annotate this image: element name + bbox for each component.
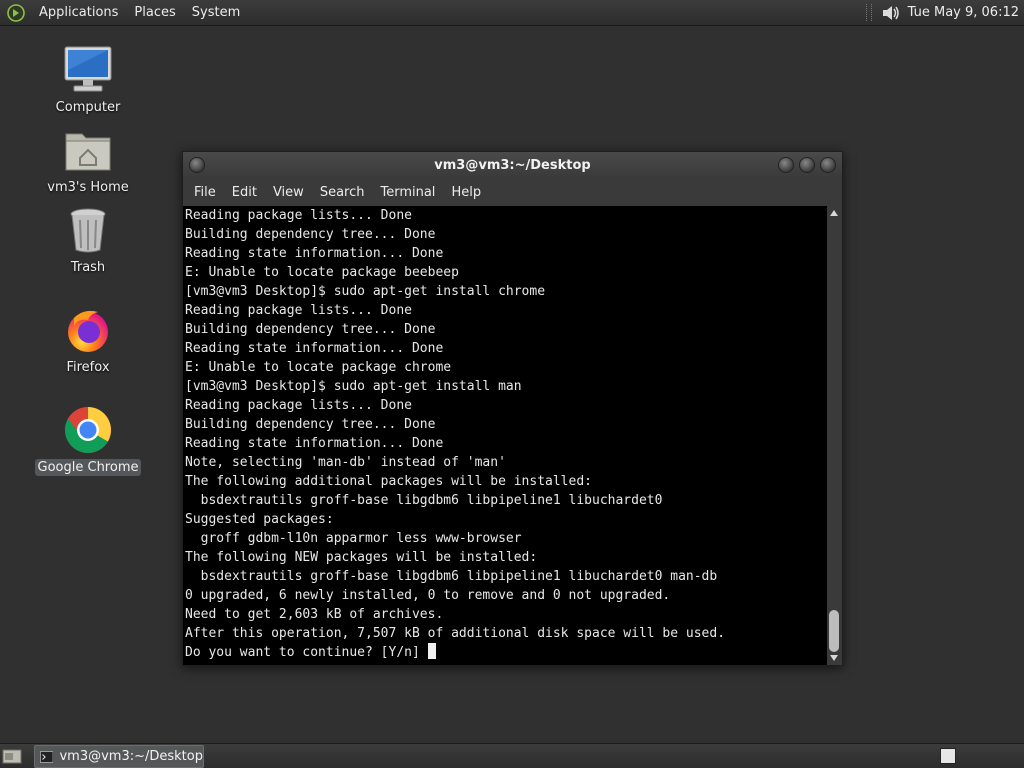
firefox-icon xyxy=(68,310,108,352)
terminal-prompt-line: Do you want to continue? [Y/n] xyxy=(185,643,827,662)
places-menu[interactable]: Places xyxy=(126,5,183,20)
desktop-icon-home[interactable]: vm3's Home xyxy=(33,124,143,196)
minimize-button[interactable] xyxy=(778,157,794,173)
terminal-line: Reading package lists... Done xyxy=(185,208,412,223)
terminal-line: Building dependency tree... Done xyxy=(185,322,436,337)
terminal-line: [vm3@vm3 Desktop]$ sudo apt-get install … xyxy=(185,284,546,299)
window-titlebar[interactable]: vm3@vm3:~/Desktop xyxy=(183,152,842,178)
desktop-icon-label: Firefox xyxy=(66,360,110,375)
clock[interactable]: Tue May 9, 06:12 xyxy=(908,5,1024,20)
terminal-line: Suggested packages: xyxy=(185,512,334,527)
scroll-down-arrow-icon[interactable] xyxy=(830,655,838,661)
terminal-line: Building dependency tree... Done xyxy=(185,417,436,432)
desktop-icon-google-chrome[interactable]: Google Chrome xyxy=(33,404,143,476)
panel-handle xyxy=(865,4,872,21)
chrome-icon xyxy=(65,407,111,453)
terminal-line: Reading state information... Done xyxy=(185,246,444,261)
window-title: vm3@vm3:~/Desktop xyxy=(434,157,591,173)
desktop-icon-firefox[interactable]: Firefox xyxy=(33,304,143,376)
top-panel: Applications Places System Tue May 9, 06… xyxy=(0,0,1024,26)
maximize-button[interactable] xyxy=(799,157,815,173)
terminal-window[interactable]: vm3@vm3:~/Desktop File Edit View Search … xyxy=(182,151,843,666)
terminal-line: Reading state information... Done xyxy=(185,341,444,356)
desktop-icon-label: Computer xyxy=(55,100,121,115)
terminal-line: The following additional packages will b… xyxy=(185,474,592,489)
terminal-line: After this operation, 7,507 kB of additi… xyxy=(185,626,726,641)
terminal-line: groff gdbm-l10n apparmor less www-browse… xyxy=(185,531,522,546)
terminal-scrollbar[interactable] xyxy=(827,206,841,665)
terminal-icon xyxy=(40,750,54,763)
window-menu-button[interactable] xyxy=(189,157,205,173)
volume-icon[interactable] xyxy=(880,3,902,23)
terminal-output[interactable]: Reading package lists... Done Building d… xyxy=(183,206,827,665)
bottom-panel: vm3@vm3:~/Desktop xyxy=(0,743,1024,768)
menu-view[interactable]: View xyxy=(265,185,312,200)
terminal-menubar: File Edit View Search Terminal Help xyxy=(183,178,842,206)
computer-icon xyxy=(64,46,112,92)
terminal-line: Need to get 2,603 kB of archives. xyxy=(185,607,444,622)
scroll-up-arrow-icon[interactable] xyxy=(830,210,838,216)
top-panel-tray: Tue May 9, 06:12 xyxy=(865,0,1024,25)
terminal-line: 0 upgraded, 6 newly installed, 0 to remo… xyxy=(185,588,671,603)
mate-logo-icon[interactable] xyxy=(7,3,25,22)
taskbar-terminal-button[interactable]: vm3@vm3:~/Desktop xyxy=(34,745,204,768)
text-cursor xyxy=(427,643,436,659)
terminal-line: E: Unable to locate package beebeep xyxy=(185,265,459,280)
taskbar-terminal-label: vm3@vm3:~/Desktop xyxy=(59,749,203,764)
terminal-line: bsdextrautils groff-base libgdbm6 libpip… xyxy=(185,569,718,584)
home-folder-icon xyxy=(65,133,111,171)
menu-terminal[interactable]: Terminal xyxy=(372,185,443,200)
terminal-line: [vm3@vm3 Desktop]$ sudo apt-get install … xyxy=(185,379,522,394)
terminal-line: Reading package lists... Done xyxy=(185,303,412,318)
desktop-icon-label: Trash xyxy=(70,260,106,275)
scrollbar-thumb[interactable] xyxy=(829,610,839,652)
terminal-line: Building dependency tree... Done xyxy=(185,227,436,242)
menu-edit[interactable]: Edit xyxy=(224,185,265,200)
terminal-line: The following NEW packages will be insta… xyxy=(185,550,538,565)
terminal-line: Reading package lists... Done xyxy=(185,398,412,413)
trash-icon xyxy=(70,208,106,253)
workspace-switcher[interactable] xyxy=(940,748,956,764)
terminal-line: bsdextrautils groff-base libgdbm6 libpip… xyxy=(185,493,663,508)
desktop-icon-label: Google Chrome xyxy=(34,459,142,476)
desktop-icon-label: vm3's Home xyxy=(47,180,129,195)
menu-help[interactable]: Help xyxy=(443,185,489,200)
applications-menu[interactable]: Applications xyxy=(31,5,126,20)
show-desktop-icon[interactable] xyxy=(2,747,22,765)
desktop-icon-trash[interactable]: Trash xyxy=(33,204,143,276)
desktop-icon-computer[interactable]: Computer xyxy=(33,44,143,116)
terminal-prompt-text: Do you want to continue? [Y/n] xyxy=(185,645,428,660)
close-button[interactable] xyxy=(820,157,836,173)
terminal-line: Note, selecting 'man-db' instead of 'man… xyxy=(185,455,506,470)
menu-file[interactable]: File xyxy=(186,185,224,200)
system-menu[interactable]: System xyxy=(184,5,248,20)
terminal-line: E: Unable to locate package chrome xyxy=(185,360,452,375)
menu-search[interactable]: Search xyxy=(312,185,373,200)
terminal-line: Reading state information... Done xyxy=(185,436,444,451)
